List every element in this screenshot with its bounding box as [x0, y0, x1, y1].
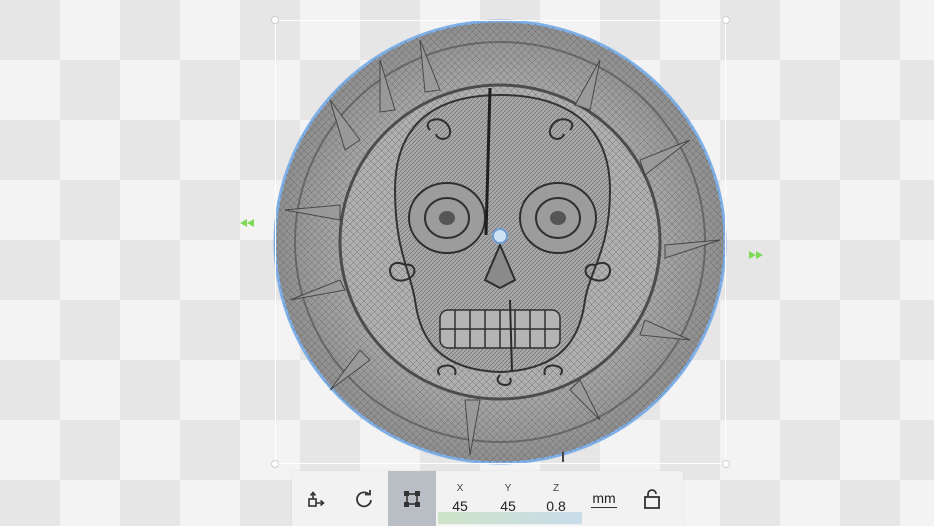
dimension-z-value[interactable]: 0.8 [546, 498, 565, 514]
dimension-y-value[interactable]: 45 [500, 498, 516, 514]
rewind-arrow-icon[interactable] [239, 218, 255, 228]
rotate-icon [354, 489, 374, 509]
scale-icon [402, 489, 422, 509]
dimension-x[interactable]: X 45 [436, 471, 484, 526]
fast-forward-arrow-icon[interactable] [748, 250, 764, 260]
lock-icon [643, 488, 661, 510]
dimension-x-value[interactable]: 45 [452, 498, 468, 514]
move-icon [306, 489, 326, 509]
unit-label[interactable]: mm [591, 490, 617, 508]
scale-button[interactable] [388, 471, 436, 526]
unit-selector[interactable]: mm [580, 471, 628, 526]
resize-handle-top-right[interactable] [722, 16, 730, 24]
resize-handle-bottom-right[interactable] [722, 460, 730, 468]
dimension-z[interactable]: Z 0.8 [532, 471, 580, 526]
transform-toolbar: X 45 Y 45 Z 0.8 mm [292, 471, 683, 526]
resize-handle-top-left[interactable] [271, 16, 279, 24]
dimension-x-label: X [456, 482, 464, 494]
move-button[interactable] [292, 471, 340, 526]
build-plate-viewport[interactable] [0, 0, 934, 526]
resize-handle-bottom-left[interactable] [271, 460, 279, 468]
rotate-button[interactable] [340, 471, 388, 526]
selection-bounding-box[interactable] [275, 20, 726, 464]
dimension-y-label: Y [504, 482, 512, 494]
dimension-y[interactable]: Y 45 [484, 471, 532, 526]
dimension-z-label: Z [552, 482, 560, 494]
lock-button[interactable] [628, 471, 676, 526]
